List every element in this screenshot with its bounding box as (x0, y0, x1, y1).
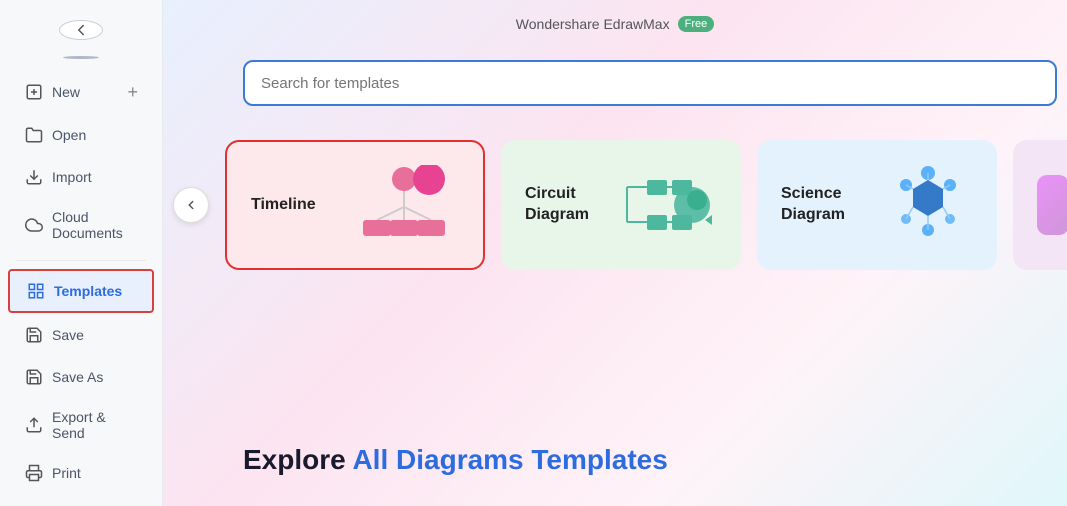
sidebar-item-templates[interactable]: Templates (8, 269, 154, 313)
sidebar-item-cloud-label: Cloud Documents (52, 209, 138, 241)
topbar: Wondershare EdrawMax Free (163, 0, 1067, 48)
card-partial[interactable] (1013, 140, 1067, 270)
search-container (243, 60, 1057, 106)
back-button[interactable] (59, 20, 103, 40)
free-badge: Free (678, 16, 715, 32)
sidebar-item-print[interactable]: Print (8, 453, 154, 493)
cards-wrapper: Timeline Circuit Dia (209, 130, 1067, 280)
cloud-icon (24, 215, 44, 235)
prev-arrow[interactable] (173, 187, 209, 223)
explore-highlight: All Diagrams Templates (352, 444, 667, 475)
sidebar-item-import-label: Import (52, 169, 92, 185)
sidebar-item-save-label: Save (52, 327, 84, 343)
card-timeline[interactable]: Timeline (225, 140, 485, 270)
search-input[interactable] (261, 75, 1039, 92)
avatar (63, 56, 99, 59)
app-title: Wondershare EdrawMax (516, 16, 670, 32)
explore-title: Explore All Diagrams Templates (243, 444, 1067, 476)
export-icon (24, 415, 44, 435)
card-timeline-label: Timeline (251, 195, 316, 216)
card-science[interactable]: Science Diagram (757, 140, 997, 270)
science-illustration (883, 165, 973, 245)
import-icon (24, 167, 44, 187)
sidebar-item-save[interactable]: Save (8, 315, 154, 355)
cards-area: Timeline Circuit Dia (163, 130, 1067, 280)
sidebar-item-open-label: Open (52, 127, 86, 143)
app-title-container: Wondershare EdrawMax Free (516, 16, 714, 32)
sidebar-item-saveas-label: Save As (52, 369, 103, 385)
search-bar[interactable] (243, 60, 1057, 106)
main-content: Wondershare EdrawMax Free Timeline (163, 0, 1067, 506)
sidebar-item-new-label: New (52, 84, 80, 100)
sidebar-item-print-label: Print (52, 465, 81, 481)
circuit-illustration (617, 165, 717, 245)
sidebar-item-open[interactable]: Open (8, 115, 154, 155)
card-science-label: Science Diagram (781, 184, 845, 226)
explore-prefix: Explore (243, 444, 352, 475)
templates-icon (26, 281, 46, 301)
new-icon (24, 82, 44, 102)
print-icon (24, 463, 44, 483)
sidebar-item-saveas[interactable]: Save As (8, 357, 154, 397)
sidebar-item-cloud[interactable]: Cloud Documents (8, 199, 154, 251)
sidebar-item-new[interactable]: New + (8, 72, 154, 113)
new-plus-icon: + (127, 82, 138, 103)
card-circuit[interactable]: Circuit Diagram (501, 140, 741, 270)
card-circuit-label: Circuit Diagram (525, 184, 589, 226)
saveas-icon (24, 367, 44, 387)
sidebar: New + Open Import Cloud Documents (0, 0, 163, 506)
sidebar-item-export-label: Export & Send (52, 409, 138, 441)
sidebar-item-templates-label: Templates (54, 283, 122, 299)
save-icon (24, 325, 44, 345)
sidebar-item-import[interactable]: Import (8, 157, 154, 197)
open-icon (24, 125, 44, 145)
timeline-illustration (349, 165, 459, 245)
sidebar-item-export[interactable]: Export & Send (8, 399, 154, 451)
